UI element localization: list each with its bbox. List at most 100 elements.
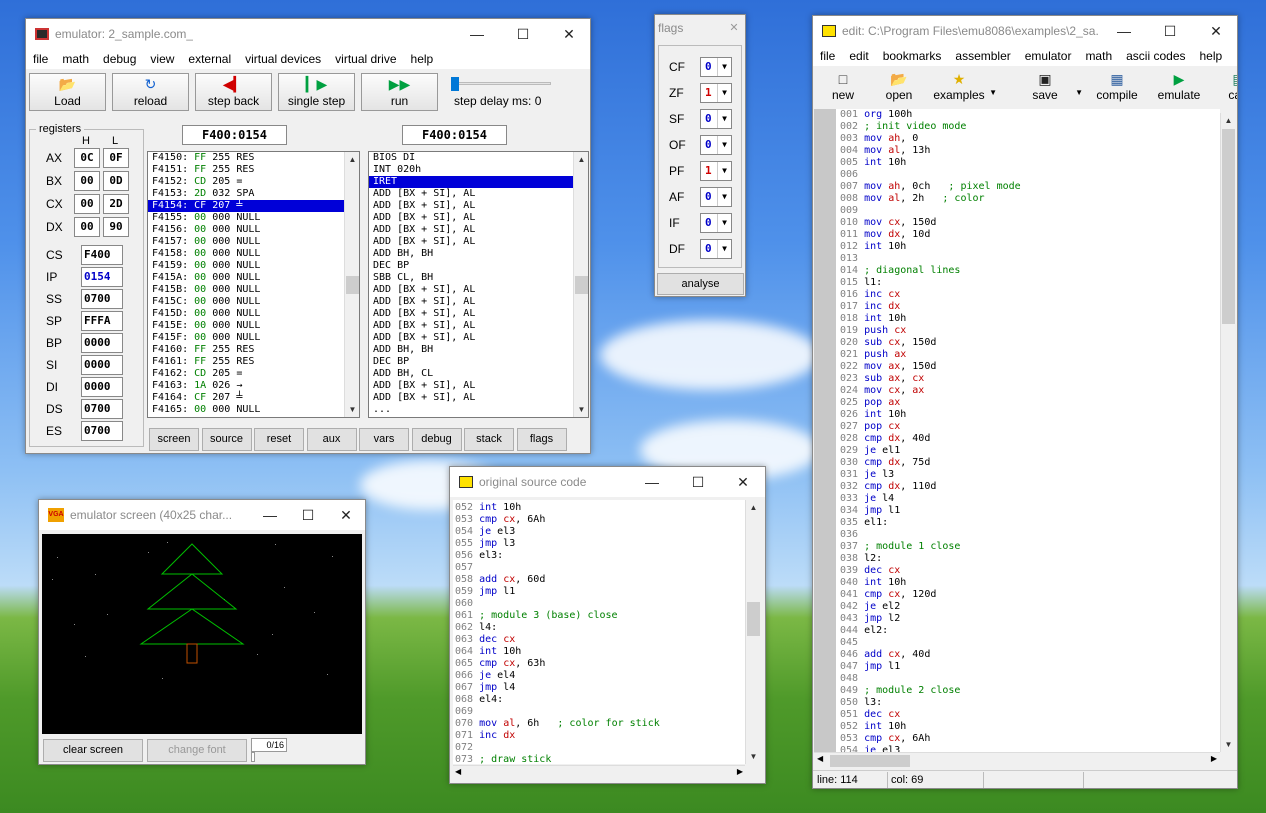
memory-row[interactable]: F4162: CD 205 = bbox=[148, 368, 345, 380]
memory-row[interactable]: F4153: 2D 032 SPA bbox=[148, 188, 345, 200]
emulate-button[interactable]: ▶ emulate bbox=[1149, 70, 1209, 106]
font-slider[interactable] bbox=[251, 752, 255, 762]
memory-row[interactable]: F415D: 00 000 NULL bbox=[148, 308, 345, 320]
memory-row[interactable]: F4154: CF 207 ╧ bbox=[148, 200, 345, 212]
editor-menu-math[interactable]: math bbox=[1078, 49, 1119, 63]
memory-row[interactable]: F4161: FF 255 RES bbox=[148, 356, 345, 368]
menu-view[interactable]: view bbox=[143, 52, 181, 66]
memory-row[interactable]: F415F: 00 000 NULL bbox=[148, 332, 345, 344]
memory-address-box[interactable]: F400:0154 bbox=[182, 125, 287, 145]
flags-titlebar[interactable]: flags ✕ bbox=[655, 15, 745, 41]
menu-file[interactable]: file bbox=[26, 52, 55, 66]
memory-row[interactable]: F415A: 00 000 NULL bbox=[148, 272, 345, 284]
change-font-button[interactable]: change font bbox=[147, 739, 247, 762]
clear-screen-button[interactable]: clear screen bbox=[43, 739, 143, 762]
stack-button[interactable]: stack bbox=[464, 428, 514, 451]
reg-cs[interactable]: F400 bbox=[81, 245, 123, 265]
scroll-thumb[interactable] bbox=[346, 276, 359, 294]
memory-row[interactable]: F415E: 00 000 NULL bbox=[148, 320, 345, 332]
scroll-up-icon[interactable]: ▲ bbox=[746, 500, 761, 515]
memory-row[interactable]: F4163: 1A 026 → bbox=[148, 380, 345, 392]
reload-button[interactable]: ↻ reload bbox=[112, 73, 189, 111]
memory-row[interactable]: F4165: 00 000 NULL bbox=[148, 404, 345, 416]
reg-di[interactable]: 0000 bbox=[81, 377, 123, 397]
scroll-thumb[interactable] bbox=[830, 755, 910, 767]
disasm-row[interactable]: ADD BH, BH bbox=[369, 248, 574, 260]
disasm-row[interactable]: ADD [BX + SI], AL bbox=[369, 236, 574, 248]
disasm-scrollbar[interactable]: ▲ ▼ bbox=[573, 152, 588, 417]
chevron-down-icon[interactable]: ▼ bbox=[717, 188, 731, 206]
screen-titlebar[interactable]: VGA emulator screen (40x25 char... — ☐ ✕ bbox=[39, 500, 365, 530]
scroll-thumb[interactable] bbox=[1222, 129, 1235, 324]
scroll-thumb[interactable] bbox=[747, 602, 760, 636]
source-button[interactable]: source bbox=[201, 428, 252, 451]
editor-menu-assembler[interactable]: assembler bbox=[948, 49, 1017, 63]
menu-virtual-devices[interactable]: virtual devices bbox=[238, 52, 328, 66]
slider-thumb[interactable] bbox=[451, 77, 459, 91]
disasm-row[interactable]: SBB CL, BH bbox=[369, 272, 574, 284]
memory-list[interactable]: F4150: FF 255 RES F4151: FF 255 RES F4152:… bbox=[147, 151, 360, 418]
calc-button[interactable]: ▤calc bbox=[1209, 70, 1237, 106]
examples-button[interactable]: ★ examples ▼ bbox=[929, 70, 997, 106]
close-icon[interactable]: ✕ bbox=[546, 19, 590, 49]
maximize-icon[interactable]: ☐ bbox=[675, 467, 721, 497]
scroll-up-icon[interactable]: ▲ bbox=[1221, 113, 1236, 128]
disasm-row[interactable]: ADD [BX + SI], AL bbox=[369, 188, 574, 200]
disasm-row[interactable]: ADD [BX + SI], AL bbox=[369, 332, 574, 344]
scroll-down-icon[interactable]: ▼ bbox=[574, 402, 588, 417]
memory-scrollbar[interactable]: ▲ ▼ bbox=[344, 152, 359, 417]
disasm-row[interactable]: DEC BP bbox=[369, 356, 574, 368]
close-icon[interactable]: ✕ bbox=[720, 467, 765, 497]
vars-button[interactable]: vars bbox=[359, 428, 409, 451]
chevron-down-icon[interactable]: ▼ bbox=[1075, 88, 1083, 97]
single-step-button[interactable]: ▎▶ single step bbox=[278, 73, 355, 111]
flag-df-select[interactable]: 0 ▼ bbox=[700, 239, 732, 259]
memory-row[interactable]: F415B: 00 000 NULL bbox=[148, 284, 345, 296]
memory-row[interactable]: F4151: FF 255 RES bbox=[148, 164, 345, 176]
reg-sp[interactable]: FFFA bbox=[81, 311, 123, 331]
menu-help[interactable]: help bbox=[404, 52, 441, 66]
scroll-up-icon[interactable]: ▲ bbox=[574, 152, 588, 167]
debug-button[interactable]: debug bbox=[411, 428, 462, 451]
flag-sf-select[interactable]: 0 ▼ bbox=[700, 109, 732, 129]
editor-menu-help[interactable]: help bbox=[1193, 49, 1230, 63]
editor-menu-ascii-codes[interactable]: ascii codes bbox=[1119, 49, 1192, 63]
memory-row[interactable]: F4158: 00 000 NULL bbox=[148, 248, 345, 260]
disasm-address-box[interactable]: F400:0154 bbox=[402, 125, 507, 145]
maximize-icon[interactable]: ☐ bbox=[500, 19, 546, 49]
memory-row[interactable]: F4155: 00 000 NULL bbox=[148, 212, 345, 224]
open-button[interactable]: 📂 open bbox=[869, 70, 929, 106]
disasm-row[interactable]: ADD [BX + SI], AL bbox=[369, 392, 574, 404]
memory-row[interactable]: F4150: FF 255 RES bbox=[148, 152, 345, 164]
scroll-thumb[interactable] bbox=[575, 276, 588, 294]
compile-button[interactable]: ▦ compile bbox=[1087, 70, 1147, 106]
disasm-row[interactable]: IRET bbox=[369, 176, 574, 188]
disasm-row[interactable]: ADD [BX + SI], AL bbox=[369, 200, 574, 212]
disasm-row[interactable]: ADD BH, CL bbox=[369, 368, 574, 380]
disasm-row[interactable]: ADD [BX + SI], AL bbox=[369, 308, 574, 320]
chevron-down-icon[interactable]: ▼ bbox=[989, 88, 997, 97]
source-code-area[interactable]: 052 int 10h 053 cmp cx, 6Ah 054 je el3 055 … bbox=[453, 500, 745, 764]
menu-debug[interactable]: debug bbox=[96, 52, 143, 66]
chevron-down-icon[interactable]: ▼ bbox=[717, 84, 731, 102]
disasm-row[interactable]: ... bbox=[369, 404, 574, 416]
minimize-icon[interactable]: — bbox=[629, 467, 675, 497]
close-icon[interactable]: ✕ bbox=[725, 19, 743, 37]
emulator-titlebar[interactable]: emulator: 2_sample.com_ — ☐ ✕ bbox=[26, 19, 590, 49]
reg-ip[interactable]: 0154 bbox=[81, 267, 123, 287]
disasm-row[interactable]: DEC BP bbox=[369, 260, 574, 272]
reg-bx-low[interactable]: 0D bbox=[103, 171, 129, 191]
reg-dx-high[interactable]: 00 bbox=[74, 217, 100, 237]
reg-ax-high[interactable]: 0C bbox=[74, 148, 100, 168]
editor-menu-file[interactable]: file bbox=[813, 49, 842, 63]
minimize-icon[interactable]: — bbox=[454, 19, 500, 49]
memory-row[interactable]: F415C: 00 000 NULL bbox=[148, 296, 345, 308]
editor-titlebar[interactable]: edit: C:\Program Files\emu8086\examples\… bbox=[813, 16, 1237, 46]
memory-row[interactable]: F4164: CF 207 ╧ bbox=[148, 392, 345, 404]
reg-ss[interactable]: 0700 bbox=[81, 289, 123, 309]
chevron-down-icon[interactable]: ▼ bbox=[717, 214, 731, 232]
disasm-row[interactable]: ADD [BX + SI], AL bbox=[369, 380, 574, 392]
editor-menu-edit[interactable]: edit bbox=[842, 49, 875, 63]
memory-row[interactable]: F4159: 00 000 NULL bbox=[148, 260, 345, 272]
save-button[interactable]: ▣ save ▼ bbox=[1015, 70, 1083, 106]
